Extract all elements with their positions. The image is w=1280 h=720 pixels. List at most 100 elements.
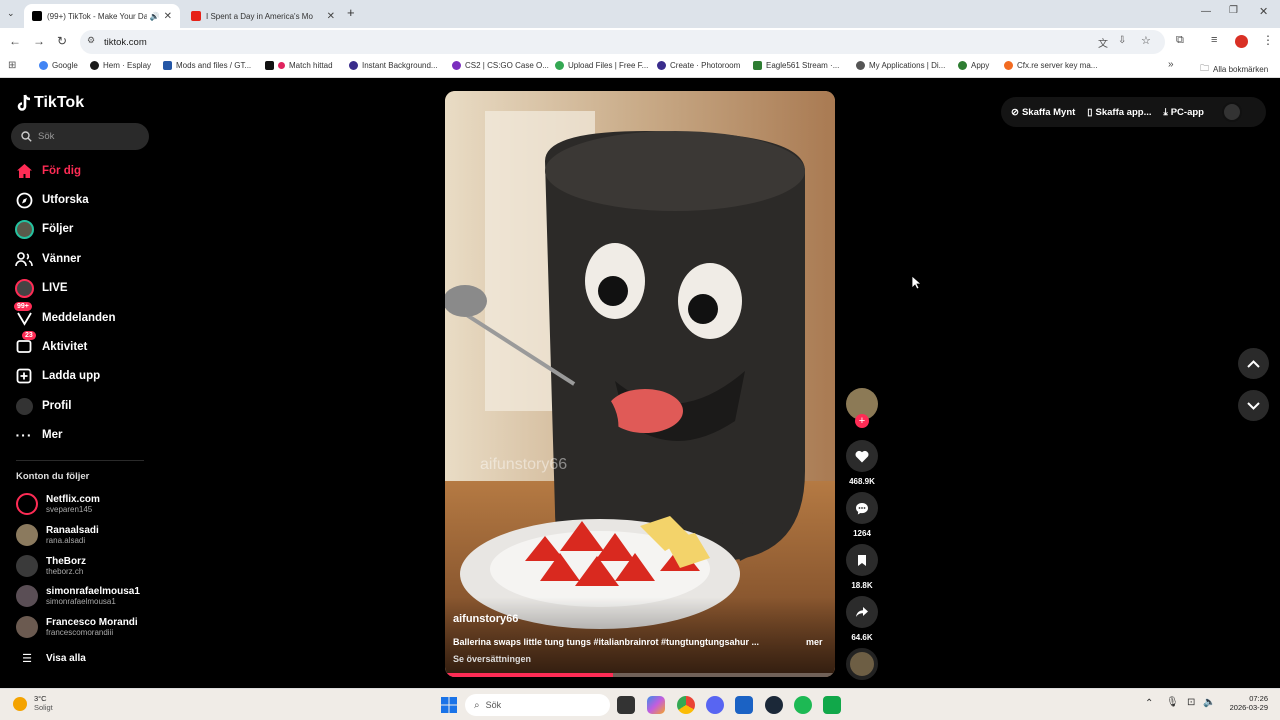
video-author[interactable]: aifunstory66 bbox=[453, 613, 518, 625]
sound-disc[interactable] bbox=[846, 648, 878, 680]
task-view-icon[interactable] bbox=[617, 696, 635, 714]
windows-start-icon[interactable] bbox=[441, 697, 457, 718]
creator-avatar[interactable]: + bbox=[846, 388, 878, 428]
get-app-button[interactable]: ▯ Skaffa app... bbox=[1087, 107, 1151, 118]
bookmark-star-icon[interactable]: ☆ bbox=[1141, 34, 1151, 47]
install-app-icon[interactable]: ⇩ bbox=[1118, 35, 1126, 46]
reload-icon[interactable]: ↻ bbox=[57, 34, 67, 48]
tab-youtube[interactable]: I Spent a Day in America's Mo ✕ bbox=[183, 4, 343, 28]
bookmark-item[interactable]: My Applications | Di... bbox=[856, 61, 945, 70]
nav-activity[interactable]: Aktivitet 23 bbox=[14, 331, 87, 357]
clock[interactable]: 07:26 2026-03-29 bbox=[1228, 694, 1268, 712]
show-all-link[interactable]: ☰ Visa alla bbox=[16, 652, 86, 665]
taskbar-search[interactable]: ⌕ Sök bbox=[465, 694, 610, 716]
bookmark-item[interactable]: Hem · Esplay bbox=[90, 61, 151, 70]
nav-explore[interactable]: Utforska bbox=[14, 190, 89, 210]
translate-icon[interactable]: 文 bbox=[1098, 35, 1108, 50]
bookmark-item[interactable]: Cfx.re server key ma... bbox=[1004, 61, 1097, 70]
nav-following[interactable]: Följer bbox=[14, 219, 73, 239]
bookmark-item[interactable]: CS2 | CS:GO Case O... bbox=[452, 61, 549, 70]
apps-grid-icon[interactable]: ⊞ bbox=[8, 60, 16, 71]
account-item[interactable]: Netflix.com sveparen145 bbox=[16, 493, 100, 515]
share-icon[interactable] bbox=[846, 596, 878, 628]
window-close-icon[interactable]: ✕ bbox=[1259, 5, 1268, 18]
network-icon[interactable]: ⊡ bbox=[1187, 697, 1195, 708]
close-tab-icon[interactable]: ✕ bbox=[164, 11, 172, 22]
previous-video-button[interactable] bbox=[1238, 348, 1269, 379]
app-icon[interactable] bbox=[823, 696, 841, 714]
tiktok-logo[interactable]: TikTok bbox=[16, 94, 84, 112]
comment-icon[interactable] bbox=[846, 492, 878, 524]
account-item[interactable]: TheBorz theborz.ch bbox=[16, 555, 86, 577]
forward-icon[interactable]: → bbox=[33, 34, 45, 48]
account-item[interactable]: Ranaalsadi rana.alsadi bbox=[16, 524, 99, 546]
next-video-button[interactable] bbox=[1238, 390, 1269, 421]
nav-friends[interactable]: Vänner bbox=[14, 249, 81, 269]
discord-icon[interactable] bbox=[706, 696, 724, 714]
browser-menu-icon[interactable]: ⋮ bbox=[1262, 33, 1274, 47]
steam-icon[interactable] bbox=[765, 696, 783, 714]
bookmark-item[interactable]: Upload Files | Free F... bbox=[555, 61, 648, 70]
get-coins-button[interactable]: ⊘ Skaffa Mynt bbox=[1011, 107, 1075, 118]
store-icon[interactable] bbox=[735, 696, 753, 714]
profile-avatar-icon[interactable] bbox=[1235, 35, 1248, 48]
bookmark-item[interactable]: Google bbox=[39, 61, 78, 70]
heart-icon[interactable] bbox=[846, 440, 878, 472]
search-input[interactable]: Sök bbox=[11, 123, 149, 150]
account-item[interactable]: simonrafaelmousa1 simonrafaelmousa1 bbox=[16, 585, 140, 607]
taskbar-search-label: Sök bbox=[485, 700, 502, 710]
translate-link[interactable]: Se översättningen bbox=[453, 654, 531, 664]
comment-action[interactable]: 1264 bbox=[846, 492, 878, 538]
spotify-icon[interactable] bbox=[794, 696, 812, 714]
stream-icon bbox=[753, 61, 762, 70]
extensions-icon[interactable]: ⧉ bbox=[1176, 34, 1184, 47]
tab-tiktok[interactable]: (99+) TikTok - Make Your Da 🔊 ✕ bbox=[24, 4, 180, 28]
all-bookmarks[interactable]: 🗀 Alla bokmärken bbox=[1200, 61, 1268, 77]
nav-messages[interactable]: Meddelanden 99+ bbox=[14, 302, 116, 328]
bookmark-item[interactable]: Mods and files / GT... bbox=[163, 61, 251, 70]
nav-live[interactable]: LIVE bbox=[14, 278, 68, 298]
like-action[interactable]: 468.9K bbox=[846, 440, 878, 486]
account-item[interactable]: Francesco Morandi francescomorandiii bbox=[16, 616, 138, 638]
nav-upload[interactable]: Ladda upp bbox=[14, 366, 100, 386]
volume-icon[interactable]: 🔈 bbox=[1203, 697, 1215, 708]
chrome-icon[interactable] bbox=[677, 696, 695, 714]
weather-widget[interactable]: 3°C Soligt bbox=[34, 694, 53, 712]
tray-chevron-icon[interactable]: ⌃ bbox=[1145, 698, 1153, 709]
more-bookmarks-icon[interactable]: » bbox=[1168, 59, 1174, 70]
restore-icon[interactable]: ❐ bbox=[1229, 5, 1238, 16]
pc-app-button[interactable]: ⤓ PC-app bbox=[1164, 107, 1204, 118]
new-tab-icon[interactable]: + bbox=[347, 5, 355, 20]
bookmark-label: Google bbox=[52, 61, 78, 70]
bookmark-item[interactable]: Appy bbox=[958, 61, 989, 70]
speaker-icon[interactable]: 🔊 bbox=[150, 12, 160, 21]
mouse-cursor-icon bbox=[911, 275, 921, 290]
back-icon[interactable]: ← bbox=[9, 34, 21, 48]
video-player[interactable]: aifunstory66 aifunstory66 Ballerina swap… bbox=[445, 91, 835, 677]
bookmark-item[interactable]: Eagle561 Stream ·... bbox=[753, 61, 839, 70]
site-info-icon[interactable]: ⚙ bbox=[87, 35, 95, 46]
follow-plus-icon[interactable]: + bbox=[855, 414, 869, 428]
minimize-icon[interactable]: — bbox=[1201, 6, 1211, 17]
youtube-favicon-icon bbox=[191, 11, 201, 21]
close-tab-icon[interactable]: ✕ bbox=[327, 11, 335, 22]
caption-more-link[interactable]: mer bbox=[806, 637, 823, 647]
address-bar[interactable]: ⚙ tiktok.com 文 ⇩ ☆ bbox=[80, 30, 1165, 54]
nav-profile[interactable]: Profil bbox=[14, 396, 71, 416]
copilot-icon[interactable] bbox=[647, 696, 665, 714]
bookmark-item[interactable]: Create · Photoroom bbox=[657, 61, 740, 70]
reading-list-icon[interactable]: ≡ bbox=[1211, 34, 1217, 46]
video-progress-track[interactable] bbox=[445, 673, 835, 677]
bookmark-icon[interactable] bbox=[846, 544, 878, 576]
logo-text: TikTok bbox=[34, 94, 85, 111]
microphone-icon[interactable]: 🎙 bbox=[1166, 697, 1179, 708]
nav-for-you[interactable]: För dig bbox=[14, 161, 81, 181]
nav-more[interactable]: ··· Mer bbox=[14, 425, 63, 445]
nav-label: Meddelanden bbox=[42, 312, 116, 324]
save-action[interactable]: 18.8K bbox=[846, 544, 878, 590]
bookmark-item[interactable]: Instant Background... bbox=[349, 61, 438, 70]
bookmark-item[interactable]: Match hittad bbox=[265, 61, 333, 70]
user-avatar[interactable] bbox=[1221, 102, 1242, 122]
share-action[interactable]: 64.6K bbox=[846, 596, 878, 642]
tab-search-chevron-icon[interactable]: ⌄ bbox=[7, 8, 15, 19]
